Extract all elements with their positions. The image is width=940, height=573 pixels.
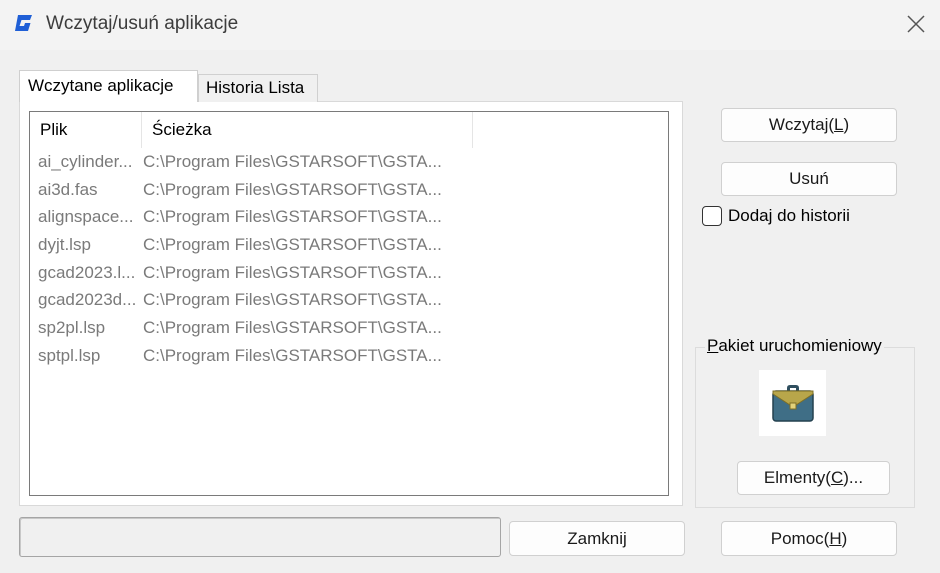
path-cell: C:\Program Files\GSTARSOFT\GSTA... bbox=[143, 207, 442, 227]
list-item[interactable]: dyjt.lsp C:\Program Files\GSTARSOFT\GSTA… bbox=[30, 231, 473, 259]
column-header-path[interactable]: Ścieżka bbox=[142, 112, 473, 148]
path-cell: C:\Program Files\GSTARSOFT\GSTA... bbox=[143, 345, 442, 365]
path-cell: C:\Program Files\GSTARSOFT\GSTA... bbox=[143, 290, 442, 310]
list-item[interactable]: gcad2023.l... C:\Program Files\GSTARSOFT… bbox=[30, 259, 473, 287]
help-button-hotkey: H bbox=[829, 529, 842, 548]
file-cell: sp2pl.lsp bbox=[38, 318, 106, 338]
window-close-button[interactable] bbox=[896, 6, 936, 42]
window-title: Wczytaj/usuń aplikacje bbox=[46, 13, 239, 34]
path-cell: C:\Program Files\GSTARSOFT\GSTA... bbox=[143, 152, 442, 171]
list-item[interactable]: ai3d.fas C:\Program Files\GSTARSOFT\GSTA… bbox=[30, 176, 473, 204]
tab-history-list[interactable]: Historia Lista bbox=[198, 74, 318, 102]
file-cell: dyjt.lsp bbox=[38, 235, 91, 255]
path-cell: C:\Program Files\GSTARSOFT\GSTA... bbox=[143, 262, 442, 282]
status-field bbox=[19, 517, 501, 557]
briefcase-icon bbox=[771, 385, 814, 422]
items-button[interactable]: Elmenty(C)... bbox=[737, 461, 890, 495]
title-bar: Wczytaj/usuń aplikacje bbox=[0, 0, 940, 50]
add-to-history-label: Dodaj do historii bbox=[728, 206, 850, 225]
list-item[interactable]: ai_cylinder... C:\Program Files\GSTARSOF… bbox=[30, 148, 473, 176]
loaded-applications-list[interactable]: Plik Ścieżka ai_cylinder... C:\Program F… bbox=[29, 111, 669, 496]
help-button-label: Pomoc( bbox=[770, 529, 830, 548]
file-cell: alignspace... bbox=[38, 207, 134, 227]
add-to-history-checkbox[interactable] bbox=[702, 206, 722, 226]
path-cell: C:\Program Files\GSTARSOFT\GSTA... bbox=[143, 179, 442, 199]
remove-button[interactable]: Usuń bbox=[721, 162, 897, 196]
file-cell: gcad2023.l... bbox=[38, 262, 136, 282]
help-button[interactable]: Pomoc(H) bbox=[721, 521, 897, 556]
file-cell: sptpl.lsp bbox=[38, 345, 101, 365]
list-item[interactable]: sptpl.lsp C:\Program Files\GSTARSOFT\GST… bbox=[30, 342, 473, 370]
startup-suite-label-rest: akiet uruchomieniowy bbox=[718, 336, 882, 355]
file-cell: ai3d.fas bbox=[38, 179, 98, 199]
help-button-label-end: ) bbox=[841, 529, 848, 548]
startup-suite-label: Pakiet uruchomieniowy bbox=[705, 336, 884, 356]
app-logo-icon bbox=[15, 15, 32, 31]
file-cell: ai_cylinder... bbox=[38, 152, 133, 171]
path-cell: C:\Program Files\GSTARSOFT\GSTA... bbox=[143, 318, 442, 338]
list-item[interactable]: alignspace... C:\Program Files\GSTARSOFT… bbox=[30, 203, 473, 231]
items-button-label: Elmenty( bbox=[763, 468, 831, 487]
load-button-label: Wczytaj( bbox=[768, 115, 835, 134]
items-button-label-end: )... bbox=[843, 468, 864, 487]
close-button[interactable]: Zamknij bbox=[509, 521, 685, 556]
path-cell: C:\Program Files\GSTARSOFT\GSTA... bbox=[143, 235, 442, 255]
close-icon bbox=[907, 15, 925, 33]
list-rows: ai_cylinder... C:\Program Files\GSTARSOF… bbox=[30, 148, 473, 370]
startup-suite-briefcase[interactable] bbox=[759, 370, 826, 436]
list-item[interactable]: gcad2023d... C:\Program Files\GSTARSOFT\… bbox=[30, 286, 473, 314]
file-cell: gcad2023d... bbox=[38, 290, 137, 310]
list-header: Plik Ścieżka bbox=[30, 112, 473, 148]
add-to-history-checkbox-row[interactable]: Dodaj do historii bbox=[702, 205, 850, 227]
startup-suite-hotkey: P bbox=[707, 336, 719, 355]
tab-loaded-applications[interactable]: Wczytane aplikacje bbox=[19, 70, 198, 102]
load-button-label-end: ) bbox=[843, 115, 850, 134]
load-button[interactable]: Wczytaj(L) bbox=[721, 108, 897, 142]
column-header-file[interactable]: Plik bbox=[30, 112, 142, 148]
list-item[interactable]: sp2pl.lsp C:\Program Files\GSTARSOFT\GST… bbox=[30, 314, 473, 342]
items-button-hotkey: C bbox=[830, 468, 844, 487]
